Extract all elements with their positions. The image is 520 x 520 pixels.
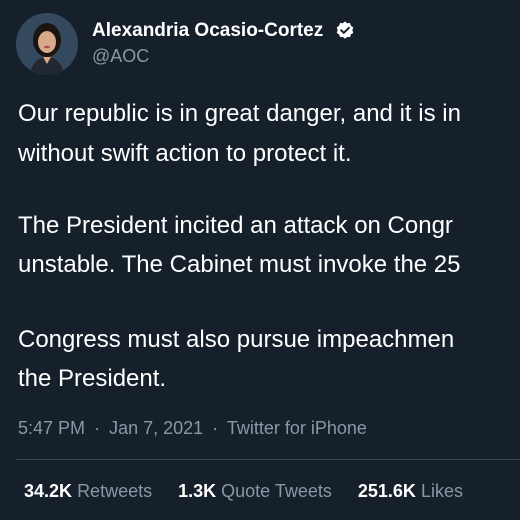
avatar[interactable] xyxy=(16,13,78,75)
retweets-count: 34.2K xyxy=(24,481,73,501)
tweet-time[interactable]: 5:47 PM xyxy=(18,418,85,438)
divider xyxy=(16,459,520,460)
tweet-metadata: 5:47 PM · Jan 7, 2021 · Twitter for iPho… xyxy=(18,416,367,440)
verified-badge-icon xyxy=(334,20,356,42)
likes-stat[interactable]: 251.6K Likes xyxy=(358,479,463,503)
tweet-date[interactable]: Jan 7, 2021 xyxy=(109,418,203,438)
meta-separator: · xyxy=(212,418,219,438)
author-handle[interactable]: @AOC xyxy=(92,45,149,67)
retweets-label: Retweets xyxy=(77,481,153,501)
quote-tweets-count: 1.3K xyxy=(178,481,217,501)
meta-separator: · xyxy=(94,418,101,438)
tweet-card: Alexandria Ocasio-Cortez @AOC Our republ… xyxy=(0,0,520,520)
tweet-text-line: Congress must also pursue impeachmen xyxy=(18,326,455,353)
avatar-photo xyxy=(16,13,78,75)
tweet-text-line: without swift action to protect it. xyxy=(18,140,352,167)
likes-count: 251.6K xyxy=(357,481,416,501)
tweet-stats: 34.2K Retweets 1.3K Quote Tweets 251.6K … xyxy=(24,479,463,503)
tweet-text-line: The President incited an attack on Congr xyxy=(18,212,453,239)
tweet-text-line: unstable. The Cabinet must invoke the 25 xyxy=(18,251,461,278)
tweet-source[interactable]: Twitter for iPhone xyxy=(227,418,367,438)
tweet-text-line: the President. xyxy=(18,365,167,392)
author-name[interactable]: Alexandria Ocasio-Cortez xyxy=(92,20,323,42)
tweet-text-line: Our republic is in great danger, and it … xyxy=(18,100,461,127)
quote-tweets-stat[interactable]: 1.3K Quote Tweets xyxy=(178,479,332,503)
likes-label: Likes xyxy=(420,481,463,501)
retweets-stat[interactable]: 34.2K Retweets xyxy=(24,479,152,503)
quote-tweets-label: Quote Tweets xyxy=(221,481,332,501)
